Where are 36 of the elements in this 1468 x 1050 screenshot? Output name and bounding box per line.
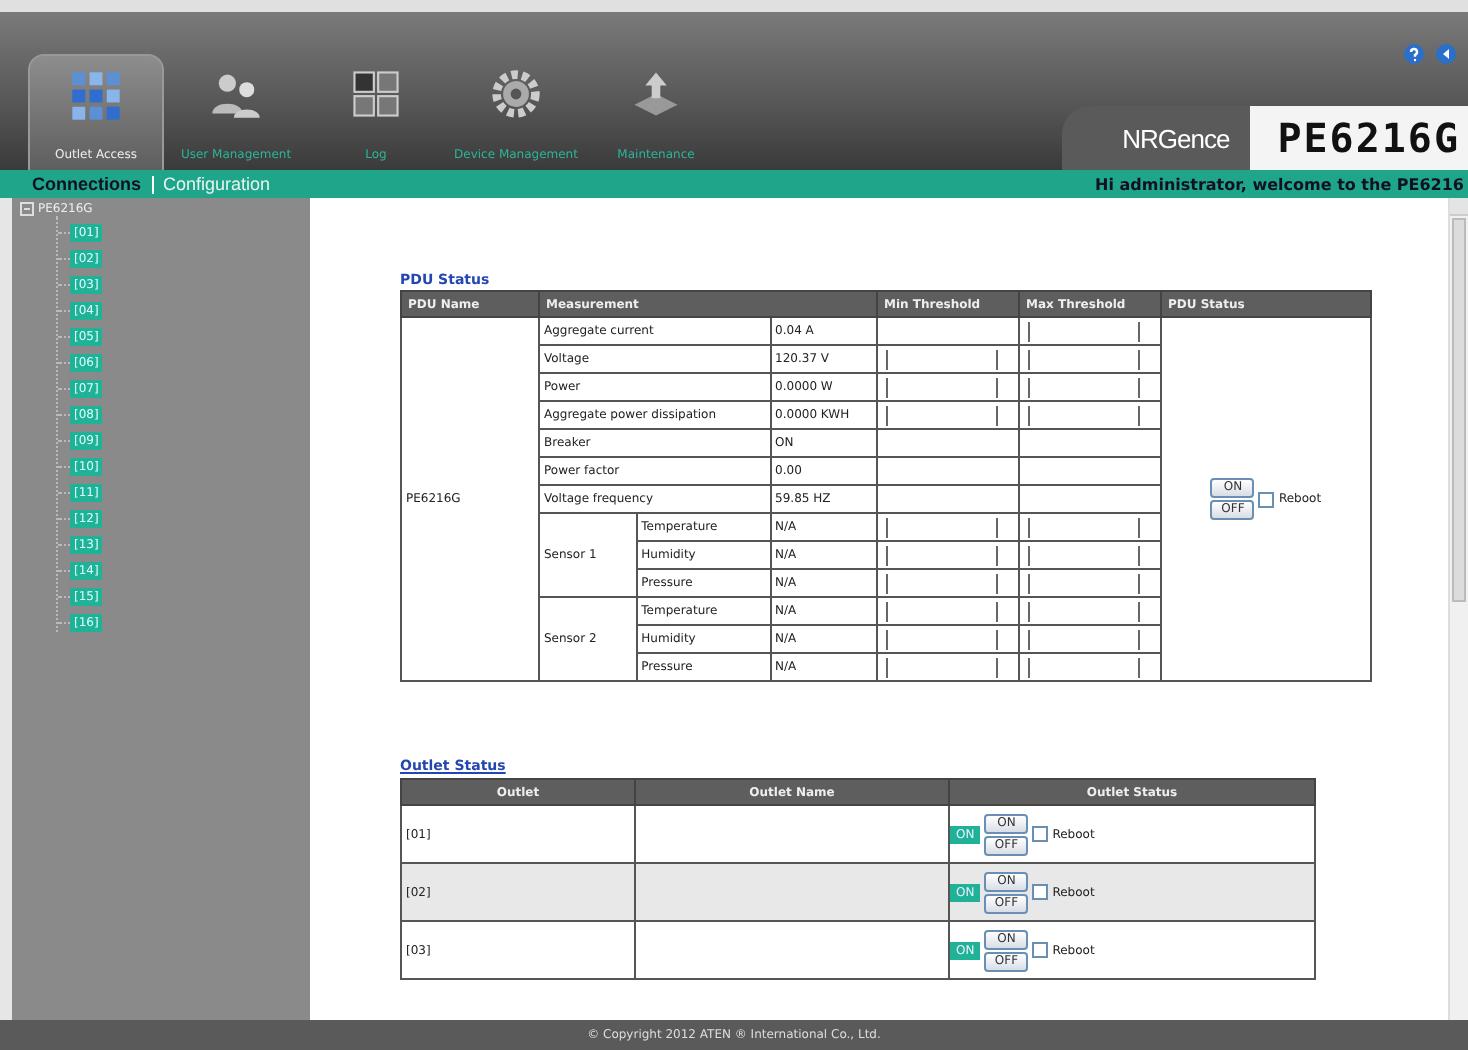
threshold-field[interactable]: [877, 625, 1019, 653]
threshold-field[interactable]: [877, 345, 1019, 373]
threshold-field[interactable]: [1019, 653, 1161, 681]
threshold-field[interactable]: [877, 653, 1019, 681]
threshold-field[interactable]: [1019, 541, 1161, 569]
reboot-checkbox[interactable]: [1032, 826, 1049, 842]
help-icon[interactable]: [1404, 44, 1424, 64]
brand-logo: NRGence: [1062, 106, 1250, 170]
threshold-field[interactable]: [877, 597, 1019, 625]
nav-link[interactable]: Configuration: [163, 174, 271, 194]
logout-icon[interactable]: [1436, 44, 1456, 64]
gear-icon: [488, 66, 544, 122]
threshold-field[interactable]: [877, 541, 1019, 569]
nav-link[interactable]: Connections: [32, 174, 142, 194]
threshold-field[interactable]: [877, 513, 1019, 541]
threshold-field[interactable]: [1019, 513, 1161, 541]
threshold-field[interactable]: [1019, 317, 1161, 345]
threshold-field[interactable]: [1019, 345, 1161, 373]
reboot-checkbox[interactable]: [1032, 884, 1049, 900]
reboot-checkbox[interactable]: [1258, 491, 1275, 507]
threshold-field[interactable]: [877, 401, 1019, 429]
scrollbar[interactable]: [1448, 198, 1468, 1020]
threshold-field[interactable]: [1019, 625, 1161, 653]
model-name: PE6216G: [1249, 106, 1468, 170]
panels-icon: [348, 66, 404, 122]
threshold-field[interactable]: [1019, 401, 1161, 429]
threshold-field[interactable]: [1019, 569, 1161, 597]
threshold-field[interactable]: [1019, 373, 1161, 401]
scroll-thumb[interactable]: [1452, 218, 1466, 602]
welcome-text: Hi administrator, welcome to the PE6216: [1095, 175, 1464, 193]
reboot-checkbox[interactable]: [1032, 942, 1049, 958]
threshold-field[interactable]: [877, 373, 1019, 401]
threshold-field[interactable]: [1019, 597, 1161, 625]
collapse-icon[interactable]: [20, 202, 34, 216]
threshold-field[interactable]: [877, 569, 1019, 597]
grid-icon: [68, 68, 124, 124]
